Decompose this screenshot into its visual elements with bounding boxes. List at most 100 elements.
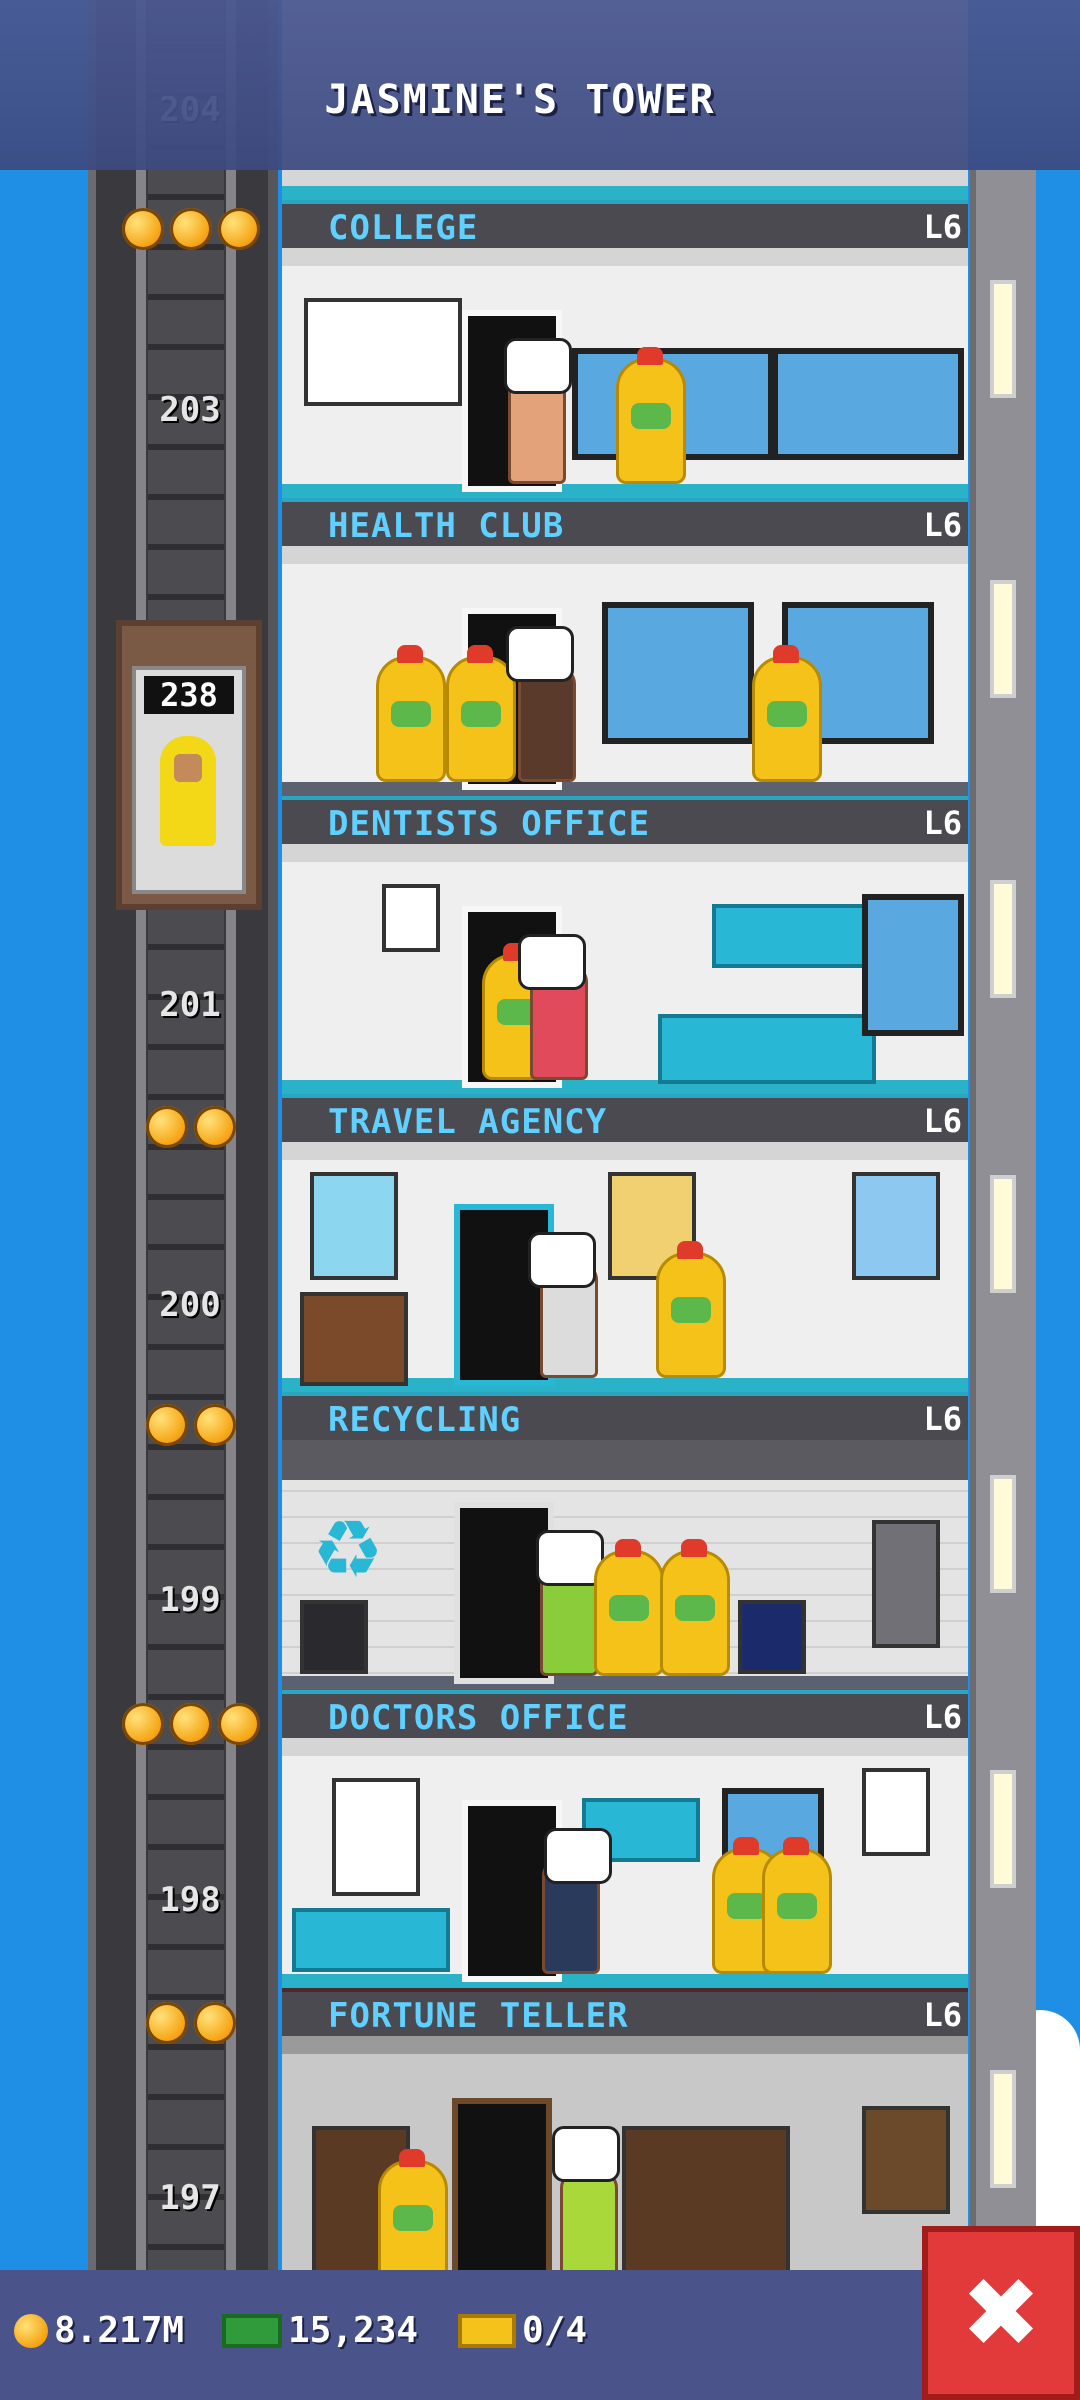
star-icon: [146, 2002, 188, 2044]
star-icon: [146, 1106, 188, 1148]
skeleton-poster: [332, 1778, 420, 1896]
ticket-icon: [458, 2313, 516, 2348]
star-rating-fortune-teller: [146, 2002, 236, 2044]
bitizen-chicken[interactable]: [762, 1837, 832, 1974]
floor-name: FORTUNE TELLER: [328, 1996, 629, 2036]
door: [454, 1502, 554, 1684]
coin-icon: [14, 2313, 48, 2348]
window: [862, 894, 964, 1036]
floor-label-health-club: HEALTH CLUB L6: [282, 498, 968, 546]
floor-label-dentists-office: DENTISTS OFFICE L6: [282, 796, 968, 844]
star-icon: [146, 1404, 188, 1446]
floor-name: DOCTORS OFFICE: [328, 1698, 629, 1738]
floor-label-doctors-office: DOCTORS OFFICE L6: [282, 1690, 968, 1738]
floor-number-197: 197: [159, 2178, 221, 2218]
star-icon: [194, 2002, 236, 2044]
tower-right-frame: [970, 170, 1036, 2270]
floor-label-college: COLLEGE L6: [282, 200, 968, 248]
bitizen-chicken[interactable]: [376, 645, 446, 782]
status-bar: 8.217M 15,234 0/4: [0, 2270, 1080, 2400]
close-button[interactable]: ✖: [922, 2226, 1080, 2400]
machine: [872, 1520, 940, 1648]
floor-number-200: 200: [159, 1285, 221, 1325]
star-rating-recycling: [146, 1404, 236, 1446]
floor-travel-agency[interactable]: RECYCLING L6: [282, 1142, 968, 1440]
shaft-rail: [136, 0, 146, 2270]
floor-level: L6: [923, 506, 962, 544]
floor-label-travel-agency: TRAVEL AGENCY L6: [282, 1094, 968, 1142]
coins-stat[interactable]: 8.217M: [14, 2310, 184, 2351]
floor-label-fortune-teller: FORTUNE TELLER L6: [282, 1988, 968, 2036]
door: [452, 2098, 552, 2286]
star-icon: [194, 1106, 236, 1148]
floor-level: L6: [923, 1400, 962, 1438]
star-icon: [122, 1703, 164, 1745]
floor-dentists-office[interactable]: TRAVEL AGENCY L6: [282, 844, 968, 1142]
tooth-poster: [382, 884, 440, 952]
elevator-floor-counter: 238: [144, 676, 234, 714]
bin: [738, 1600, 806, 1674]
floor-number-201: 201: [159, 985, 221, 1025]
speech-bubble: [528, 1232, 596, 1288]
window: [772, 348, 964, 460]
floor-number-198: 198: [159, 1880, 221, 1920]
star-icon: [170, 208, 212, 250]
bux-value: 15,234: [288, 2310, 419, 2351]
floor-label-recycling: RECYCLING L6: [282, 1392, 968, 1440]
whiteboard: [304, 298, 462, 406]
floor-number-199: 199: [159, 1580, 221, 1620]
bin: [300, 1600, 368, 1674]
floor-name: HEALTH CLUB: [328, 506, 565, 546]
bitizen-chicken[interactable]: [378, 2149, 448, 2286]
speech-bubble: [506, 626, 574, 682]
bitizen-chicken[interactable]: [446, 645, 516, 782]
floor-level: L6: [923, 804, 962, 842]
floor-name: RECYCLING: [328, 1400, 522, 1440]
star-rating-doctors-office: [122, 1703, 260, 1745]
floor-recycling[interactable]: ♻ DOCTORS OFFICE L6: [282, 1440, 968, 1738]
beach-poster: [310, 1172, 398, 1280]
elevator-car[interactable]: 238: [116, 620, 262, 910]
wall-cabinet: [712, 904, 870, 968]
title-bar: JASMINE'S TOWER: [0, 0, 1080, 170]
floor-number-203: 203: [159, 390, 221, 430]
floor-college[interactable]: HEALTH CLUB L6: [282, 248, 968, 546]
counter-cabinet: [658, 1014, 876, 1084]
bitizen-chicken[interactable]: [660, 1539, 730, 1676]
window: [602, 602, 754, 744]
floor-doctors-office[interactable]: FORTUNE TELLER L6: [282, 1738, 968, 2036]
speech-bubble: [504, 338, 572, 394]
cash-icon: [222, 2313, 282, 2348]
floor-level: L6: [923, 1996, 962, 2034]
bridge-poster: [852, 1172, 940, 1280]
coins-value: 8.217M: [54, 2310, 185, 2351]
star-rating-college: [122, 208, 260, 250]
speech-bubble: [518, 934, 586, 990]
bitizen-chicken[interactable]: [752, 645, 822, 782]
bitizen-chicken[interactable]: [616, 347, 686, 484]
floor-name: DENTISTS OFFICE: [328, 804, 651, 844]
star-icon: [194, 1404, 236, 1446]
star-icon: [122, 208, 164, 250]
visitor[interactable]: [518, 666, 576, 782]
star-icon: [218, 208, 260, 250]
floor-level: L6: [923, 1698, 962, 1736]
floor-level: L6: [923, 1102, 962, 1140]
bookshelf: [622, 2126, 790, 2286]
floor-name: COLLEGE: [328, 208, 479, 248]
speech-bubble: [552, 2126, 620, 2182]
bitizen-chicken[interactable]: [656, 1241, 726, 1378]
bitizen-chicken[interactable]: [594, 1539, 664, 1676]
floor-level: L6: [923, 208, 962, 246]
tickets-stat[interactable]: 0/4: [458, 2310, 587, 2351]
star-icon: [170, 1703, 212, 1745]
recycle-icon: ♻: [312, 1503, 384, 1596]
tower-title: JASMINE'S TOWER: [324, 77, 716, 123]
bux-stat[interactable]: 15,234: [222, 2310, 418, 2351]
speech-bubble: [544, 1828, 612, 1884]
visitor[interactable]: [560, 2170, 618, 2286]
bookshelf: [300, 1292, 408, 1386]
elevator-rider[interactable]: [160, 736, 216, 846]
tickets-value: 0/4: [522, 2310, 588, 2351]
floor-health-club[interactable]: DENTISTS OFFICE L6: [282, 546, 968, 844]
